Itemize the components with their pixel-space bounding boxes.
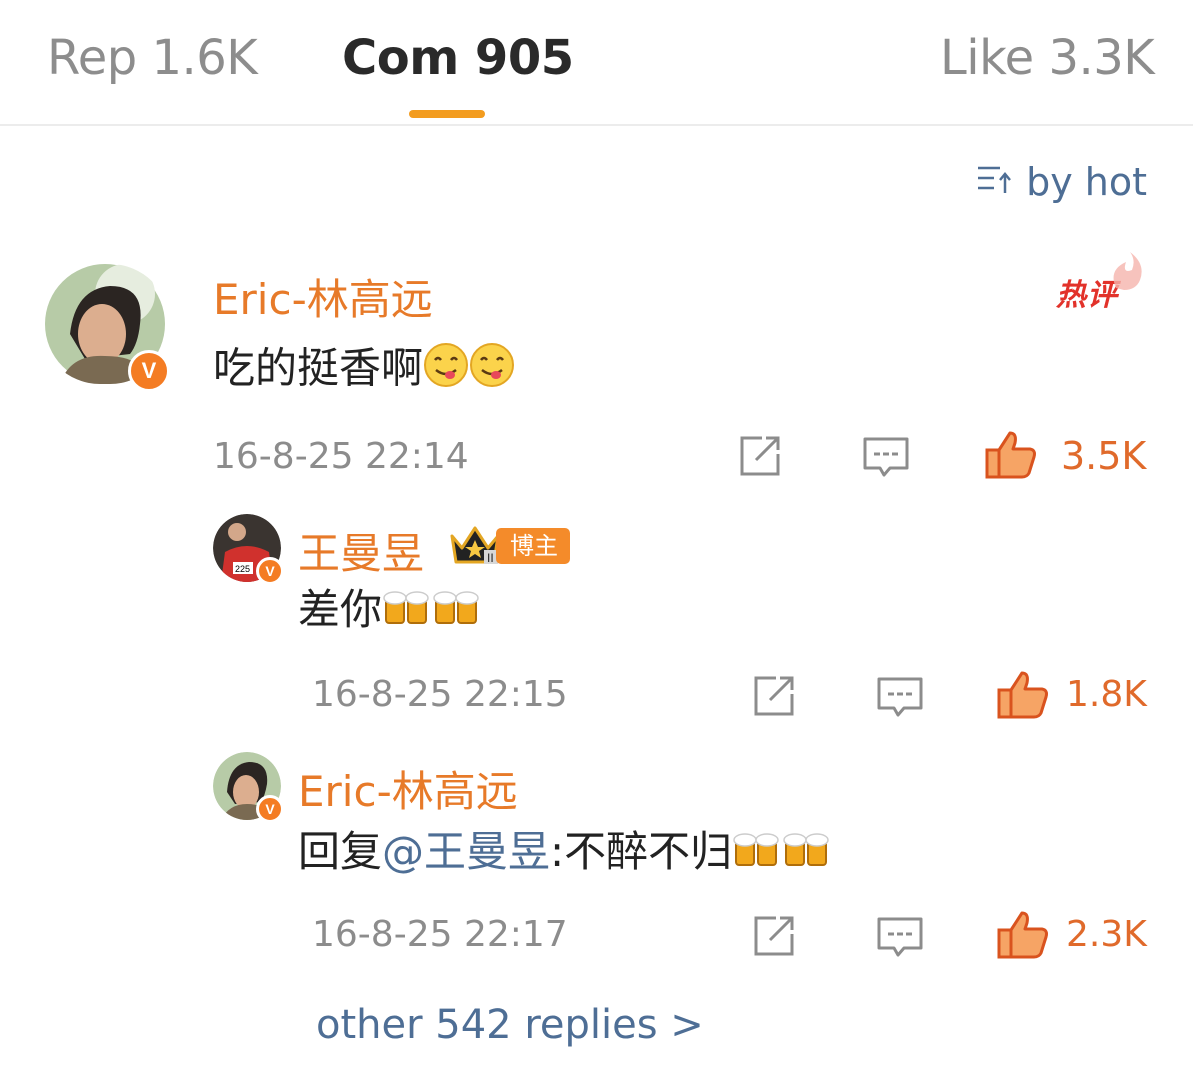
reply-author[interactable]: 王曼昱 — [298, 520, 424, 581]
comment-text: 吃的挺香啊 — [213, 342, 515, 394]
reply-prefix: 回复 — [298, 827, 383, 876]
reply-button[interactable] — [876, 676, 924, 722]
reply-text: 差你 — [298, 584, 482, 636]
like-count[interactable]: 3.5K — [1061, 434, 1146, 478]
verified-badge: V — [256, 557, 284, 585]
svg-text:II: II — [487, 551, 494, 565]
thumbs-up-icon — [997, 671, 1048, 719]
reply-button[interactable] — [862, 436, 910, 482]
comment-text-body: 吃的挺香啊 — [213, 343, 424, 393]
reply-timestamp: 16-8-25 22:17 — [312, 914, 568, 955]
beer-emoji — [782, 829, 832, 881]
verified-badge: V — [256, 795, 284, 823]
share-button[interactable] — [752, 914, 798, 962]
active-tab-indicator — [409, 110, 485, 118]
like-button[interactable] — [996, 908, 1050, 964]
more-replies-link[interactable]: other 542 replies > — [316, 1002, 704, 1048]
reply-button[interactable] — [876, 916, 924, 962]
reply-text: 回复@王曼昱:不醉不归 — [298, 826, 832, 878]
beer-emoji — [382, 587, 432, 639]
comment-icon — [877, 917, 923, 957]
sort-button[interactable]: by hot — [976, 160, 1147, 204]
share-icon — [754, 676, 794, 716]
comment-icon — [863, 437, 909, 477]
reply-text-body: 差你 — [298, 585, 383, 634]
thumbs-up-icon — [985, 431, 1036, 479]
like-button[interactable] — [984, 428, 1038, 484]
blogger-badge: 博主 — [496, 528, 570, 564]
sort-label: by hot — [1026, 160, 1147, 204]
reply-timestamp: 16-8-25 22:15 — [312, 674, 568, 715]
tab-reposts[interactable]: Rep 1.6K — [47, 30, 258, 86]
svg-text:225: 225 — [235, 564, 250, 574]
flame-icon — [1113, 252, 1142, 290]
sort-icon — [976, 160, 1026, 204]
comment-icon — [877, 677, 923, 717]
verified-badge: V — [128, 350, 170, 392]
like-count[interactable]: 1.8K — [1066, 674, 1147, 715]
tab-bar: Rep 1.6K Com 905 Like 3.3K — [0, 0, 1193, 126]
yum-emoji — [469, 342, 515, 400]
comment-author[interactable]: Eric-林高远 — [213, 266, 433, 327]
mention-link[interactable]: @王曼昱 — [382, 827, 550, 876]
like-button[interactable] — [996, 668, 1050, 724]
comment-timestamp: 16-8-25 22:14 — [213, 436, 469, 477]
tab-comments[interactable]: Com 905 — [342, 30, 574, 86]
beer-emoji — [432, 587, 482, 639]
thumbs-up-icon — [997, 911, 1048, 959]
share-icon — [740, 436, 780, 476]
share-button[interactable] — [752, 674, 798, 722]
crown-icon: II — [448, 522, 502, 570]
share-icon — [754, 916, 794, 956]
yum-emoji — [423, 342, 469, 400]
beer-emoji — [732, 829, 782, 881]
like-count[interactable]: 2.3K — [1066, 914, 1147, 955]
hot-comment-tag: 热评 — [1054, 252, 1144, 313]
tab-likes[interactable]: Like 3.3K — [940, 30, 1155, 86]
reply-text-body: :不醉不归 — [550, 827, 733, 876]
reply-author[interactable]: Eric-林高远 — [298, 758, 518, 819]
share-button[interactable] — [738, 434, 784, 482]
